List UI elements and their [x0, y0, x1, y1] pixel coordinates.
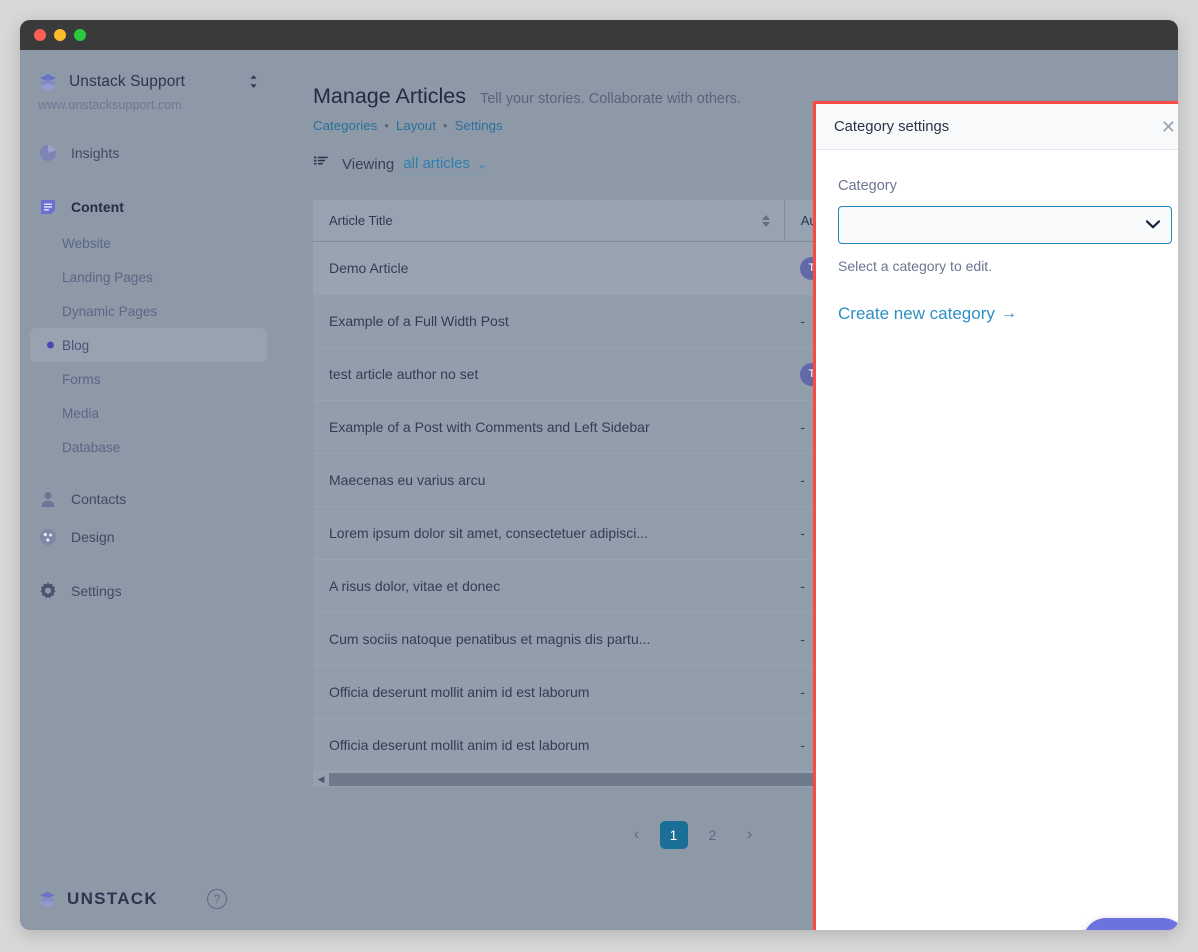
pagination-page-2[interactable]: 2	[699, 821, 727, 849]
sidebar-item-label: Contacts	[71, 491, 126, 507]
browser-window: Unstack Support www.unstacksupport.com	[20, 20, 1178, 930]
window-minimize-button[interactable]	[54, 29, 66, 41]
window-titlebar	[20, 20, 1178, 50]
sidebar-item-label: Insights	[71, 145, 119, 161]
create-new-category-link[interactable]: Create new category →	[838, 304, 1172, 324]
sidebar-item-settings[interactable]: Settings	[20, 572, 277, 610]
sidebar-item-design[interactable]: Design	[20, 518, 277, 556]
pagination-prev[interactable]: ‹	[625, 821, 649, 849]
breadcrumb-separator: •	[443, 118, 448, 133]
sidebar-item-dynamic-pages[interactable]: Dynamic Pages	[30, 294, 267, 328]
cell-article-title: A risus dolor, vitae et donec	[313, 560, 784, 613]
workspace-switcher[interactable]: Unstack Support	[20, 50, 277, 92]
document-icon	[38, 197, 58, 217]
breadcrumb-settings[interactable]: Settings	[455, 118, 503, 133]
scroll-left-icon[interactable]: ◀	[313, 774, 329, 785]
sidebar-item-forms[interactable]: Forms	[30, 362, 267, 396]
viewing-label: Viewing	[342, 156, 394, 173]
viewing-value: all articles	[403, 155, 470, 172]
workspace-name: Unstack Support	[69, 73, 185, 91]
help-widget-button[interactable]: ? Help	[1083, 918, 1178, 930]
chevron-down-icon: ⌄	[477, 159, 486, 171]
sidebar-subitem-label: Dynamic Pages	[62, 304, 157, 319]
cell-article-title: test article author no set	[313, 348, 784, 401]
cell-article-title: Officia deserunt mollit anim id est labo…	[313, 666, 784, 719]
viewing-dropdown[interactable]: all articles ⌄	[403, 155, 486, 174]
sidebar-item-database[interactable]: Database	[30, 430, 267, 464]
sidebar-nav: Insights Content Website	[20, 134, 277, 610]
sidebar-footer: UNSTACK ?	[20, 868, 277, 930]
sidebar-subitem-label: Database	[62, 440, 120, 455]
sidebar-item-label: Content	[71, 199, 124, 215]
page-subtitle: Tell your stories. Collaborate with othe…	[480, 91, 741, 107]
sort-icon[interactable]	[762, 215, 770, 227]
sidebar: Unstack Support www.unstacksupport.com	[20, 50, 277, 930]
column-header-article-title[interactable]: Article Title	[313, 200, 784, 242]
sidebar-item-landing-pages[interactable]: Landing Pages	[30, 260, 267, 294]
layers-icon	[38, 889, 58, 909]
sidebar-item-blog[interactable]: Blog	[30, 328, 267, 362]
sidebar-item-media[interactable]: Media	[30, 396, 267, 430]
page-title: Manage Articles	[313, 84, 466, 109]
window-close-button[interactable]	[34, 29, 46, 41]
modal-title: Category settings	[834, 119, 949, 135]
sidebar-item-content[interactable]: Content	[20, 188, 277, 226]
palette-icon	[38, 527, 58, 547]
category-help-text: Select a category to edit.	[838, 258, 1172, 274]
cell-article-title: Cum sociis natoque penatibus et magnis d…	[313, 613, 784, 666]
close-icon[interactable]: ✕	[1161, 118, 1176, 136]
cell-article-title: Demo Article	[313, 242, 784, 295]
workspace-url: www.unstacksupport.com	[20, 92, 277, 112]
cell-article-title: Example of a Full Width Post	[313, 295, 784, 348]
cell-article-title: Officia deserunt mollit anim id est labo…	[313, 719, 784, 772]
column-label: Article Title	[329, 213, 393, 228]
breadcrumb-categories[interactable]: Categories	[313, 118, 377, 133]
create-new-category-label: Create new category	[838, 304, 995, 324]
breadcrumb-layout[interactable]: Layout	[396, 118, 436, 133]
sidebar-item-label: Settings	[71, 583, 122, 599]
modal-body: Category Select a category to edit. Crea…	[816, 150, 1178, 324]
sidebar-item-label: Design	[71, 529, 115, 545]
sidebar-item-contacts[interactable]: Contacts	[20, 480, 277, 518]
list-filter-icon	[313, 154, 333, 174]
category-settings-panel: Category settings ✕ Category Select a ca…	[813, 101, 1178, 930]
pagination-page-1[interactable]: 1	[660, 821, 688, 849]
sidebar-subitem-label: Website	[62, 236, 111, 251]
cell-article-title: Lorem ipsum dolor sit amet, consectetuer…	[313, 507, 784, 560]
person-icon	[38, 489, 58, 509]
sidebar-subitem-label: Blog	[62, 338, 89, 353]
pie-chart-icon	[38, 143, 58, 163]
modal-header: Category settings ✕	[816, 104, 1178, 150]
gear-icon	[38, 581, 58, 601]
question-circle-icon[interactable]: ?	[207, 889, 227, 909]
sidebar-subitem-label: Media	[62, 406, 99, 421]
arrow-right-icon: →	[1001, 305, 1017, 323]
cell-article-title: Maecenas eu varius arcu	[313, 454, 784, 507]
layers-icon	[38, 72, 58, 92]
sidebar-item-website[interactable]: Website	[30, 226, 267, 260]
window-maximize-button[interactable]	[74, 29, 86, 41]
app-body: Unstack Support www.unstacksupport.com	[20, 50, 1178, 930]
sidebar-item-insights[interactable]: Insights	[20, 134, 277, 172]
sidebar-subitem-label: Landing Pages	[62, 270, 153, 285]
pagination-next[interactable]: ›	[738, 821, 762, 849]
category-select[interactable]	[838, 206, 1172, 244]
category-field-label: Category	[838, 178, 1172, 194]
footer-logo-text: UNSTACK	[67, 889, 158, 909]
sidebar-subitem-label: Forms	[62, 372, 101, 387]
chevron-up-down-icon[interactable]	[248, 74, 259, 91]
breadcrumb-separator: •	[384, 118, 389, 133]
cell-article-title: Example of a Post with Comments and Left…	[313, 401, 784, 454]
